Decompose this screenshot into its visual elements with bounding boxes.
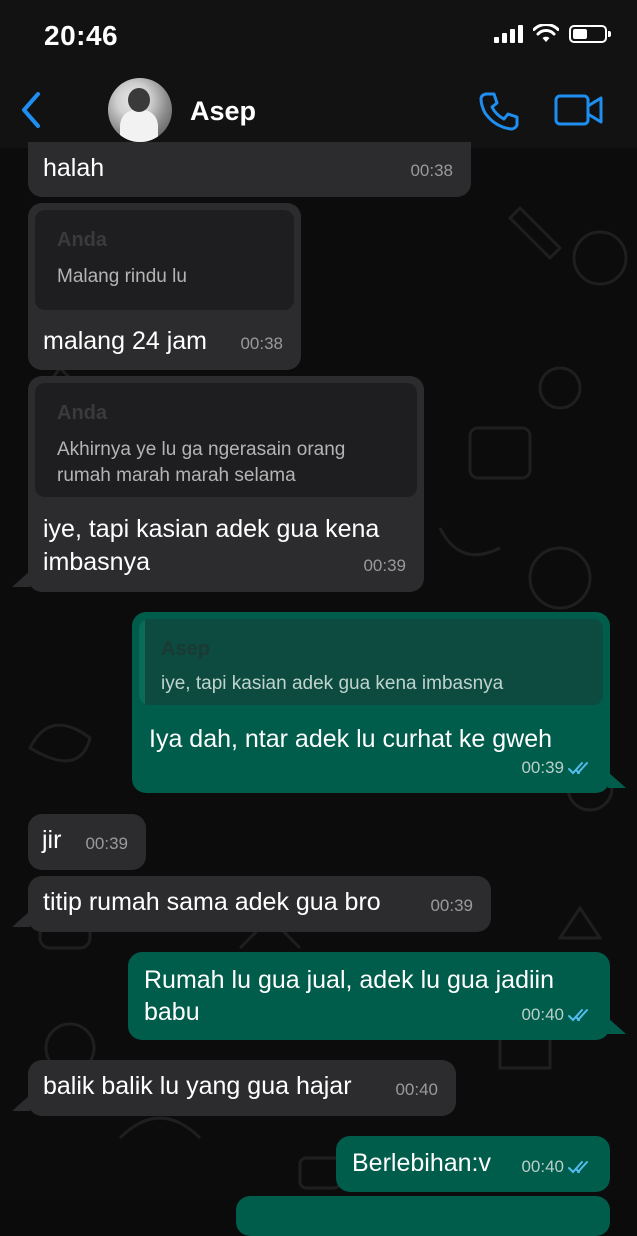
contact-name[interactable]: Asep xyxy=(190,96,256,127)
quoted-text-line: Akhirnya ye lu ga ngerasain orang xyxy=(57,439,346,460)
phone-icon[interactable] xyxy=(476,88,520,132)
bubble-tail xyxy=(608,1018,626,1034)
message-bubble-incoming[interactable]: jir 00:39 xyxy=(28,814,146,870)
battery-icon xyxy=(569,25,611,43)
message-time: 00:40 xyxy=(521,998,594,1031)
quoted-author: Anda xyxy=(57,402,107,424)
status-icons xyxy=(494,24,611,44)
message-text: balik balik lu yang gua hajar xyxy=(43,1072,352,1100)
message-bubble-outgoing-partial[interactable] xyxy=(236,1196,610,1236)
chat-header: 20:46 Asep xyxy=(0,0,637,148)
quoted-message[interactable]: Anda Akhirnya ye lu ga ngerasain orang r… xyxy=(35,383,417,497)
message-bubble-outgoing[interactable]: Rumah lu gua jual, adek lu gua jadiin ba… xyxy=(128,952,610,1040)
quoted-author: Asep xyxy=(161,638,210,660)
double-check-icon xyxy=(568,1008,588,1021)
message-text: titip rumah sama adek gua bro xyxy=(43,888,381,916)
message-bubble-outgoing[interactable]: Berlebihan:v 00:40 xyxy=(336,1136,610,1192)
message-time: 00:40 xyxy=(395,1080,438,1099)
message-text: malang 24 jam xyxy=(43,327,207,355)
message-text-line: iye, tapi kasian adek gua kena xyxy=(43,515,380,543)
quoted-text-line: rumah marah marah selama xyxy=(57,465,296,486)
message-bubble-incoming[interactable]: halah 00:38 xyxy=(28,142,471,197)
message-time: 00:38 xyxy=(410,161,453,180)
status-time: 20:46 xyxy=(44,20,119,51)
quoted-text: Malang rindu lu xyxy=(57,266,187,287)
quoted-text: iye, tapi kasian adek gua kena imbasnya xyxy=(161,673,504,694)
message-time: 00:40 xyxy=(521,1150,594,1183)
message-time: 00:39 xyxy=(85,834,128,853)
quoted-message[interactable]: Anda Malang rindu lu xyxy=(35,210,294,310)
message-text-line: imbasnya xyxy=(43,548,150,576)
message-time: 00:39 xyxy=(430,896,473,915)
message-text-line: babu xyxy=(144,998,200,1026)
bubble-tail xyxy=(608,772,626,788)
wifi-icon xyxy=(533,24,559,42)
chevron-left-icon[interactable] xyxy=(14,90,48,130)
message-time: 00:38 xyxy=(240,334,283,353)
message-text: Iya dah, ntar adek lu curhat ke gweh xyxy=(149,725,553,753)
message-bubble-incoming[interactable]: Anda Malang rindu lu malang 24 jam 00:38 xyxy=(28,203,301,370)
message-text-line: Rumah lu gua jual, adek lu gua jadiin xyxy=(144,966,554,994)
message-bubble-incoming[interactable]: Anda Akhirnya ye lu ga ngerasain orang r… xyxy=(28,376,424,592)
double-check-icon xyxy=(568,761,588,774)
quoted-message[interactable]: Asep iye, tapi kasian adek gua kena imba… xyxy=(139,619,603,705)
message-bubble-incoming[interactable]: titip rumah sama adek gua bro 00:39 xyxy=(28,876,491,932)
contact-avatar[interactable] xyxy=(108,78,172,142)
message-time: 00:39 xyxy=(363,556,406,575)
message-text: Berlebihan:v xyxy=(352,1149,491,1177)
message-bubble-incoming[interactable]: balik balik lu yang gua hajar 00:40 xyxy=(28,1060,456,1116)
quoted-author: Anda xyxy=(57,229,107,251)
quote-bar xyxy=(139,619,145,705)
message-bubble-outgoing[interactable]: Asep iye, tapi kasian adek gua kena imba… xyxy=(132,612,610,793)
video-camera-icon[interactable] xyxy=(554,92,604,128)
signal-icon xyxy=(494,25,523,43)
message-time: 00:39 xyxy=(521,751,594,784)
message-text: jir xyxy=(42,826,62,854)
message-text: halah xyxy=(43,154,105,182)
double-check-icon xyxy=(568,1160,588,1173)
